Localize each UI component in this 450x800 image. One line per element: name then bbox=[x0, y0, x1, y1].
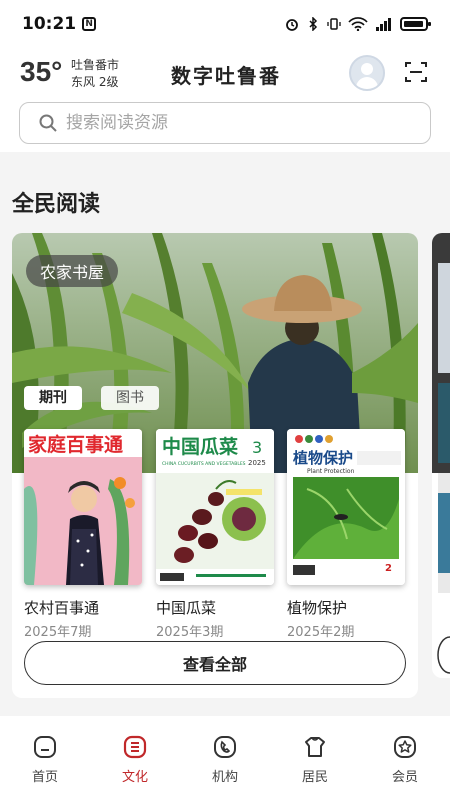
member-icon bbox=[394, 736, 416, 758]
bottom-nav: 首页 文化 机构 居民 会员 bbox=[0, 716, 450, 800]
book-cover[interactable]: 家庭百事通 bbox=[24, 429, 142, 585]
scan-icon[interactable] bbox=[404, 60, 428, 84]
cover-title: 中国瓜菜 bbox=[162, 435, 238, 458]
next-card-peek[interactable] bbox=[432, 233, 450, 678]
culture-icon bbox=[123, 735, 147, 759]
nav-item-member[interactable]: 会员 bbox=[370, 734, 440, 800]
nav-label: 居民 bbox=[301, 770, 328, 785]
nav-label: 文化 bbox=[121, 770, 148, 785]
book-item[interactable]: 中国瓜菜 3 2025 CHINA CUCURBITS AND VEGETABL… bbox=[156, 429, 274, 640]
status-bar: 10:21 N bbox=[0, 0, 450, 48]
temperature: 35° bbox=[20, 56, 63, 87]
wifi-icon bbox=[348, 17, 368, 31]
nav-label: 会员 bbox=[391, 770, 418, 785]
cover-number: 2 bbox=[385, 563, 392, 574]
book-cover[interactable]: 植物保护 Plant Protection 2 bbox=[287, 429, 405, 585]
status-icons bbox=[285, 17, 431, 31]
institution-icon bbox=[214, 736, 236, 758]
nav-label: 首页 bbox=[31, 770, 58, 785]
tab-book[interactable]: 图书 bbox=[101, 386, 159, 410]
book-name: 农村百事通 bbox=[24, 599, 100, 617]
header: 35° 吐鲁番市 东风 2级 数字吐鲁番 bbox=[0, 48, 450, 152]
tab-journal[interactable]: 期刊 bbox=[24, 386, 82, 410]
signal-icon bbox=[376, 18, 391, 31]
view-all-button[interactable]: 查看全部 bbox=[24, 641, 406, 685]
nav-item-home[interactable]: 首页 bbox=[10, 734, 80, 800]
book-item[interactable]: 植物保护 Plant Protection 2 植物保护 2025年2期 bbox=[287, 429, 405, 640]
cover-subtitle: Plant Protection bbox=[307, 468, 355, 475]
reading-card: 农家书屋 期刊 图书 家庭百事通 农村百事通 2025年7期 中国瓜菜 3 20… bbox=[12, 233, 418, 698]
nav-item-resident[interactable]: 居民 bbox=[280, 734, 350, 800]
vibrate-icon bbox=[327, 18, 341, 30]
location-info: 吐鲁番市 东风 2级 bbox=[71, 57, 119, 91]
book-issue: 2025年2期 bbox=[287, 625, 355, 640]
category-badge: 农家书屋 bbox=[26, 255, 119, 287]
nav-item-culture[interactable]: 文化 bbox=[100, 734, 170, 800]
search-bar[interactable] bbox=[19, 102, 431, 144]
book-issue: 2025年7期 bbox=[24, 625, 92, 640]
nav-item-institution[interactable]: 机构 bbox=[190, 734, 260, 800]
cover-year: 2025 bbox=[248, 459, 266, 467]
resident-icon bbox=[305, 737, 325, 757]
book-cover[interactable]: 中国瓜菜 3 2025 CHINA CUCURBITS AND VEGETABL… bbox=[156, 429, 274, 585]
app-logo: 数字吐鲁番 bbox=[171, 64, 281, 88]
book-item[interactable]: 家庭百事通 农村百事通 2025年7期 bbox=[24, 429, 142, 640]
nfc-icon: N bbox=[82, 17, 97, 31]
wind-info: 东风 2级 bbox=[71, 75, 119, 89]
cover-title: 家庭百事通 bbox=[28, 433, 124, 456]
cover-title: 植物保护 bbox=[293, 449, 353, 467]
bluetooth-icon bbox=[309, 17, 318, 31]
book-issue: 2025年3期 bbox=[156, 625, 224, 640]
cover-subtitle: CHINA CUCURBITS AND VEGETABLES bbox=[162, 461, 246, 467]
book-name: 植物保护 bbox=[287, 599, 348, 617]
alarm-icon bbox=[286, 19, 298, 31]
nav-label: 机构 bbox=[211, 770, 238, 785]
book-name: 中国瓜菜 bbox=[156, 599, 217, 617]
home-icon bbox=[34, 736, 56, 758]
status-time: 10:21 bbox=[22, 14, 77, 34]
cover-number: 3 bbox=[252, 438, 262, 457]
city-name: 吐鲁番市 bbox=[71, 58, 120, 72]
search-input[interactable] bbox=[66, 113, 386, 133]
avatar[interactable] bbox=[349, 55, 385, 91]
search-icon bbox=[39, 114, 57, 132]
battery-icon bbox=[400, 17, 431, 31]
section-title: 全民阅读 bbox=[12, 192, 101, 217]
